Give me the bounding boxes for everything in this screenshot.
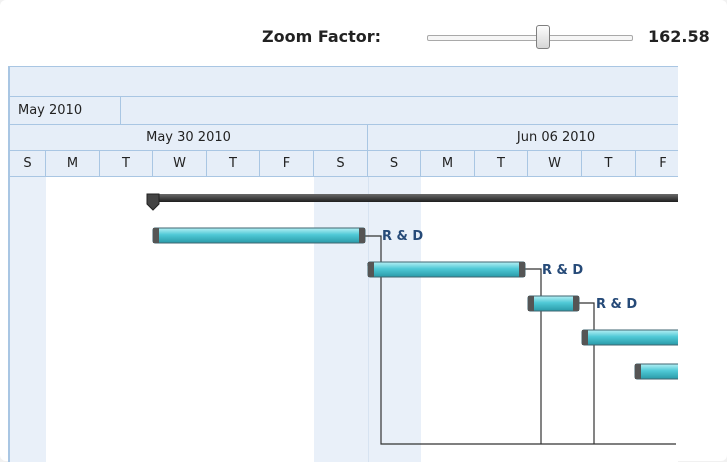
zoom-slider-thumb[interactable] xyxy=(536,25,550,49)
gantt-bars xyxy=(146,193,678,445)
timeline-header-band xyxy=(10,67,678,97)
task-label: R & D xyxy=(382,229,424,244)
gantt-chart: May 2010 May 30 2010 Jun 06 2010 S M T W… xyxy=(8,66,678,462)
week-header-row: May 30 2010 Jun 06 2010 xyxy=(10,125,678,151)
day-cell: W xyxy=(528,151,582,176)
day-cell: T xyxy=(582,151,636,176)
zoom-factor-label: Zoom Factor: xyxy=(262,27,382,46)
day-cell: S xyxy=(368,151,421,176)
day-header-row: S M T W T F S S M T W T F xyxy=(10,151,678,177)
day-cell: M xyxy=(46,151,100,176)
task-bar[interactable] xyxy=(367,261,526,278)
week-cell: Jun 06 2010 xyxy=(516,130,596,145)
day-cell: S xyxy=(314,151,368,176)
zoom-slider-track[interactable] xyxy=(427,35,633,41)
month-header-row: May 2010 xyxy=(10,97,678,125)
gantt-panel: Zoom Factor: 162.58 May 2010 May 30 2010… xyxy=(0,0,727,462)
task-bar[interactable] xyxy=(581,329,678,346)
day-cell: T xyxy=(207,151,260,176)
month-cell: May 2010 xyxy=(10,97,121,124)
zoom-factor-value: 162.58 xyxy=(648,27,710,46)
day-cell: T xyxy=(475,151,528,176)
task-bar[interactable] xyxy=(634,363,678,380)
week-cell: May 30 2010 xyxy=(10,125,368,150)
task-label: R & D xyxy=(596,297,638,312)
task-bar[interactable] xyxy=(152,227,366,244)
day-cell: F xyxy=(659,156,667,171)
day-cell: M xyxy=(421,151,475,176)
gantt-body: R & D R & D R & D xyxy=(10,177,678,462)
day-cell: W xyxy=(153,151,207,176)
summary-task-bar[interactable] xyxy=(146,193,678,211)
day-cell: T xyxy=(100,151,153,176)
day-cell: F xyxy=(260,151,314,176)
task-bar[interactable] xyxy=(527,295,580,312)
day-cell: S xyxy=(10,151,46,176)
task-label: R & D xyxy=(542,263,584,278)
